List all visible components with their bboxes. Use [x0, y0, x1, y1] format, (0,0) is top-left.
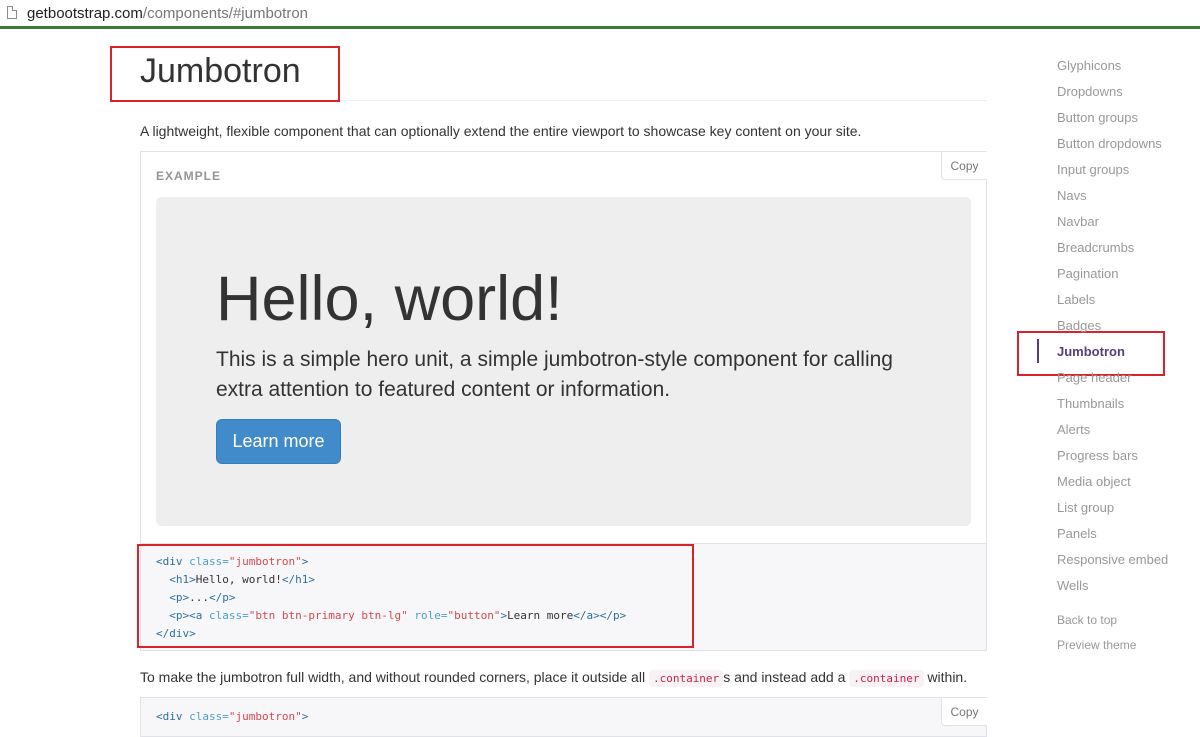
sidebar-item-navbar[interactable]: Navbar [1057, 214, 1099, 229]
sidebar-item-progress-bars[interactable]: Progress bars [1057, 448, 1138, 463]
para-text-2: s and instead add a [723, 669, 850, 685]
code-line-2: <h1>Hello, world!</h1> [169, 573, 315, 586]
sidebar-item-breadcrumbs[interactable]: Breadcrumbs [1057, 240, 1134, 255]
sidebar-item-media-object[interactable]: Media object [1057, 474, 1131, 489]
sidebar-item-glyphicons[interactable]: Glyphicons [1057, 58, 1121, 73]
sidebar-item-responsive-embed[interactable]: Responsive embed [1057, 552, 1168, 567]
code-line-5: </div> [156, 627, 196, 640]
jumbotron-heading: Hello, world! [216, 264, 563, 334]
url-domain: getbootstrap.com [27, 5, 143, 22]
example-label: EXAMPLE [156, 169, 222, 183]
back-to-top-link[interactable]: Back to top [1057, 613, 1117, 627]
copy-button[interactable]: Copy [941, 152, 987, 180]
sidebar-item-button-dropdowns[interactable]: Button dropdowns [1057, 136, 1162, 151]
sidebar-item-navs[interactable]: Navs [1057, 188, 1087, 203]
page-icon [7, 6, 17, 19]
copy-button-2[interactable]: Copy [941, 698, 987, 726]
code-line-4: <p><a class="btn btn-primary btn-lg" rol… [169, 609, 627, 622]
lead-paragraph: A lightweight, flexible component that c… [140, 123, 862, 139]
url-text[interactable]: getbootstrap.com/components/#jumbotron [27, 5, 308, 22]
sidebar-item-badges[interactable]: Badges [1057, 318, 1101, 333]
address-bar[interactable]: getbootstrap.com/components/#jumbotron [0, 0, 1200, 29]
sidebar-item-pagination[interactable]: Pagination [1057, 266, 1118, 281]
sidebar-item-page-header[interactable]: Page header [1057, 370, 1131, 385]
sidebar-item-button-groups[interactable]: Button groups [1057, 110, 1138, 125]
sidebar-item-dropdowns[interactable]: Dropdowns [1057, 84, 1123, 99]
code-snippet-2: <div class="jumbotron"> [156, 710, 309, 723]
para-text-1: To make the jumbotron full width, and wi… [140, 669, 649, 685]
sidebar-item-thumbnails[interactable]: Thumbnails [1057, 396, 1124, 411]
sidebar-item-input-groups[interactable]: Input groups [1057, 162, 1129, 177]
sidebar-item-alerts[interactable]: Alerts [1057, 422, 1090, 437]
sidebar-item-wells[interactable]: Wells [1057, 578, 1089, 593]
full-width-paragraph: To make the jumbotron full width, and wi… [140, 669, 968, 687]
page-title: Jumbotron [140, 52, 301, 90]
sidebar-item-list-group[interactable]: List group [1057, 500, 1114, 515]
sidebar-item-jumbotron[interactable]: Jumbotron [1057, 344, 1125, 359]
url-path: /components/#jumbotron [142, 5, 309, 22]
preview-theme-link[interactable]: Preview theme [1057, 638, 1136, 652]
para-text-3: within. [923, 669, 968, 685]
code-line-1: <div class="jumbotron"> [156, 555, 309, 568]
code-line-3: <p>...</p> [169, 591, 236, 604]
inline-code-container-2: .container [849, 670, 924, 687]
inline-code-container: .container [648, 670, 724, 687]
sidebar-item-panels[interactable]: Panels [1057, 526, 1097, 541]
code-snippet: <div class="jumbotron"> <h1>Hello, world… [156, 553, 626, 643]
title-divider [340, 100, 987, 101]
learn-more-button[interactable]: Learn more [216, 419, 341, 464]
sidebar-item-labels[interactable]: Labels [1057, 292, 1095, 307]
jumbotron-text: This is a simple hero unit, a simple jum… [216, 348, 893, 401]
